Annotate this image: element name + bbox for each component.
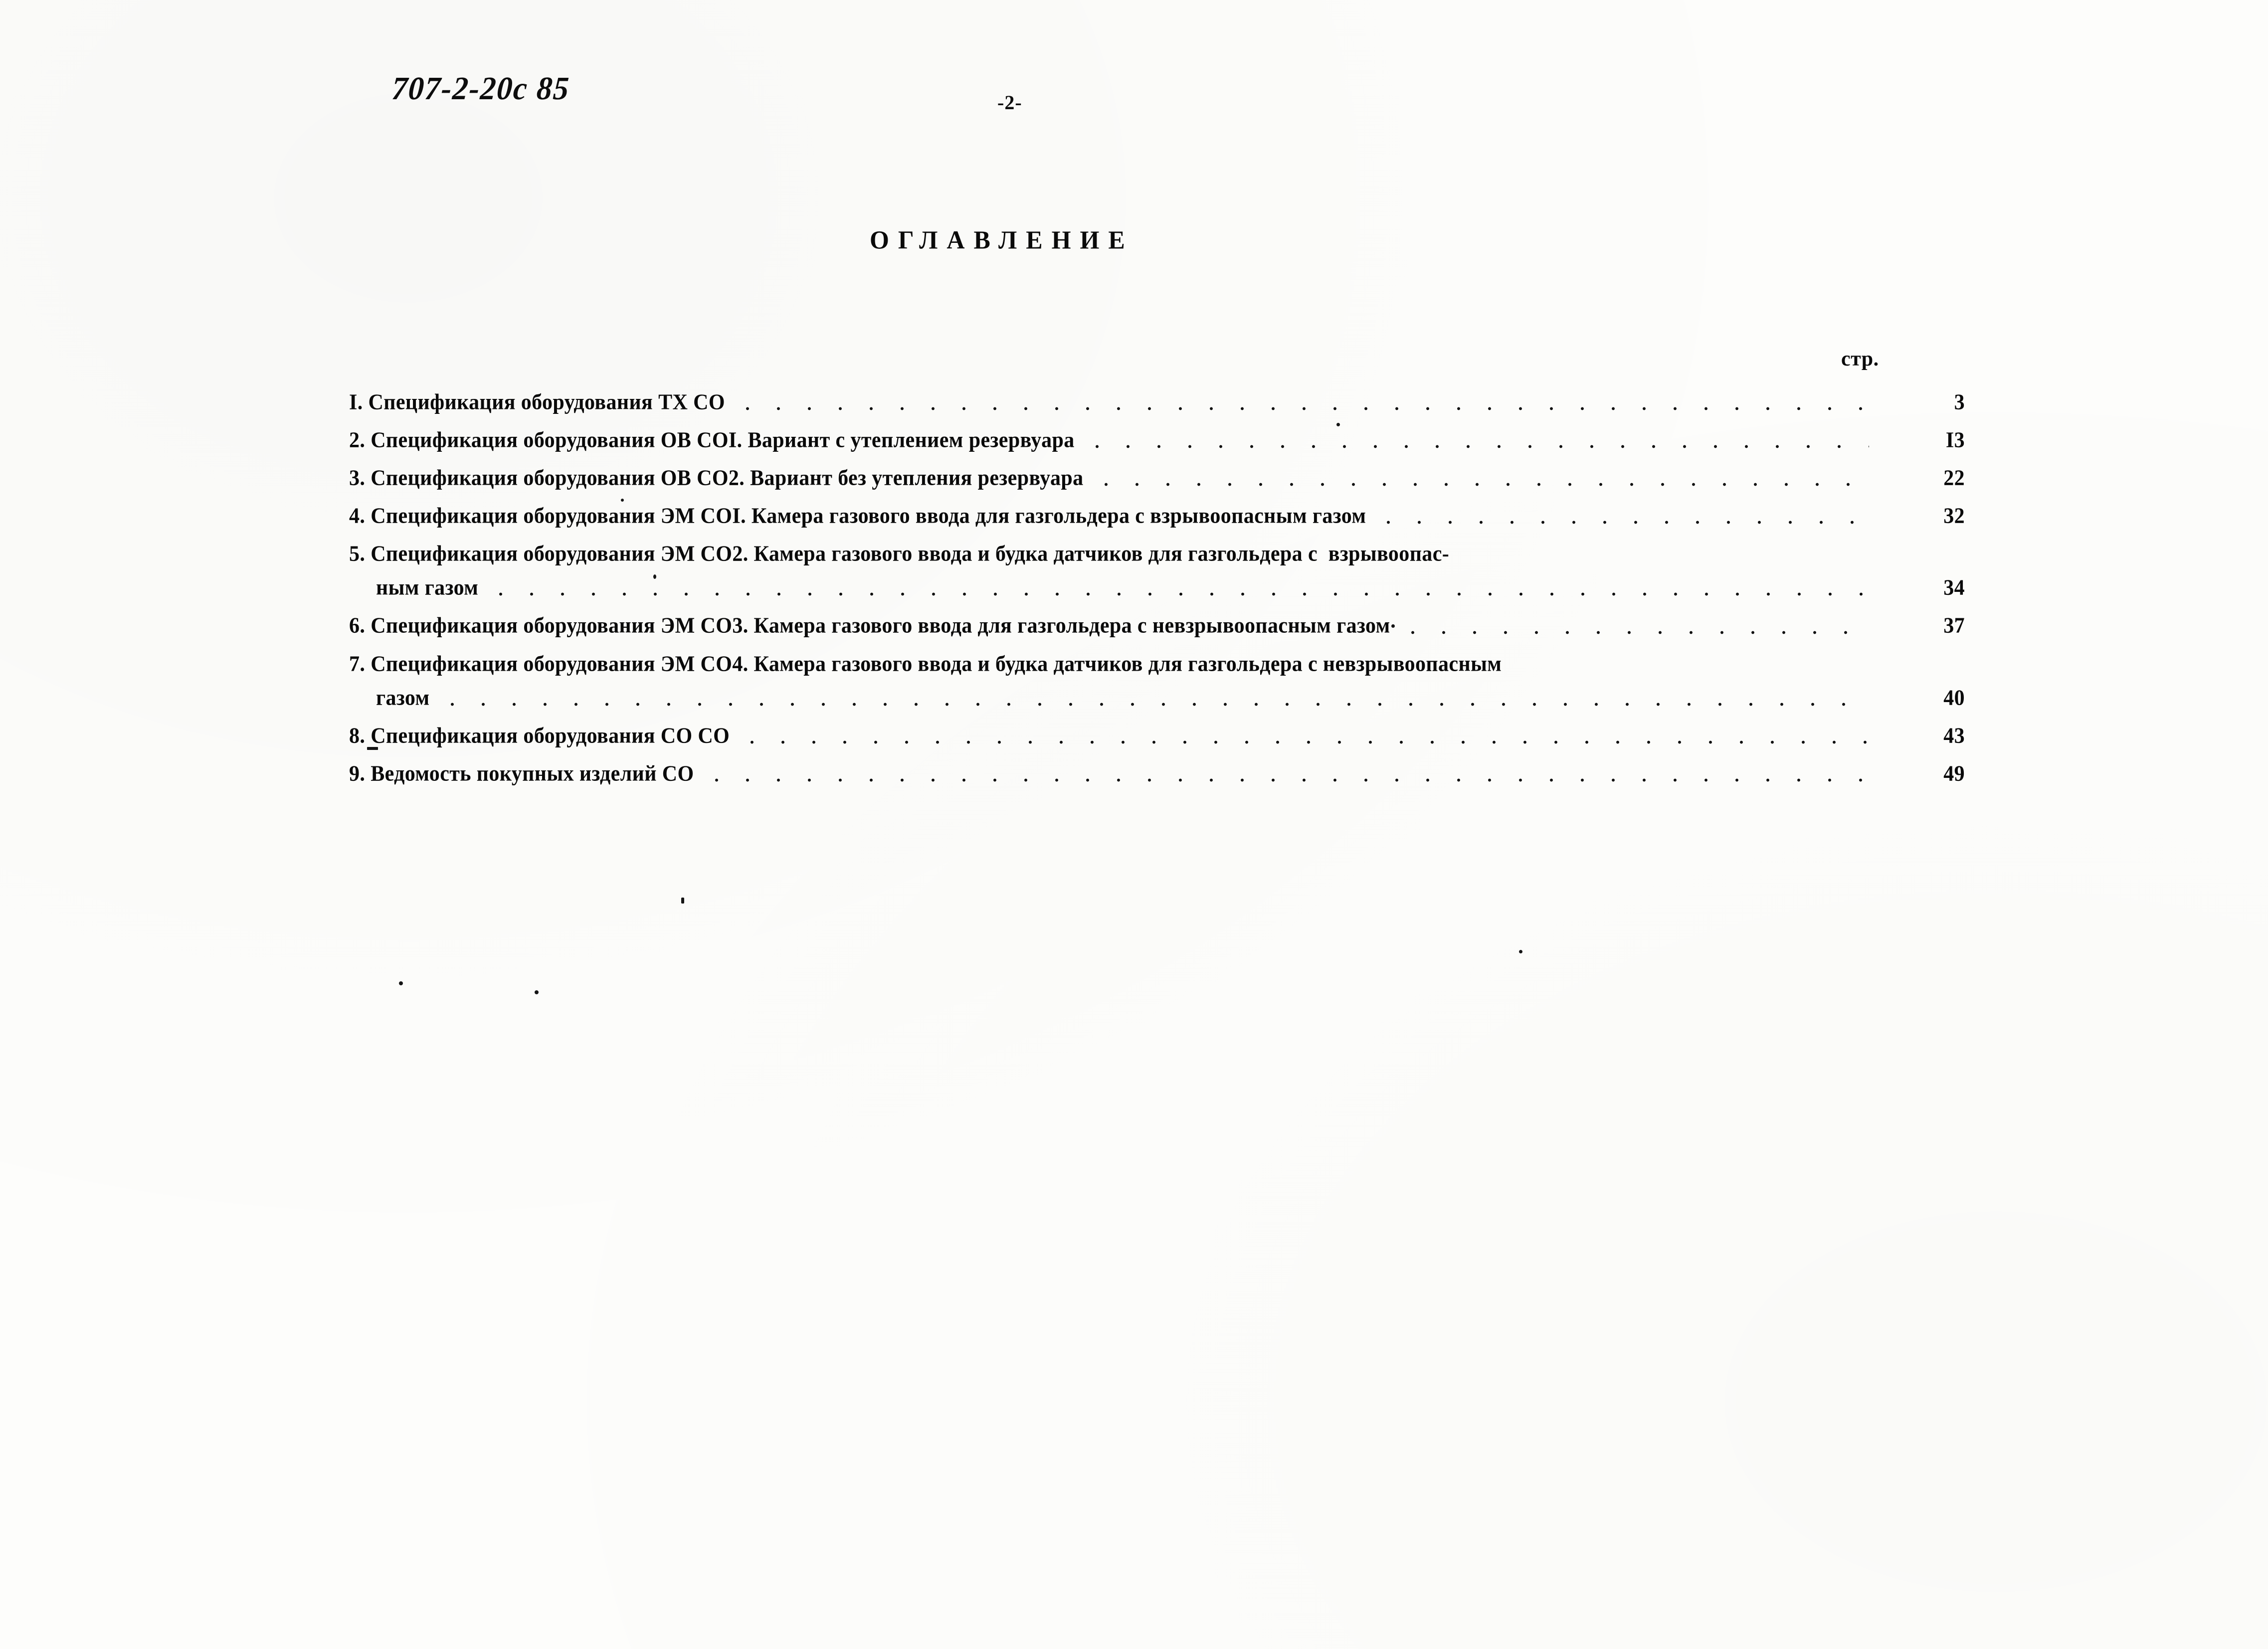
scan-speck [399, 981, 403, 985]
toc-entry[interactable]: 6. Спецификация оборудования ЭМ СО3. Кам… [349, 613, 1965, 639]
toc-entry-label: 5. Спецификация оборудования ЭМ СО2. Кам… [349, 542, 1450, 566]
dot-leader [732, 394, 1869, 416]
toc-entry-label: 4. Спецификация оборудования ЭМ СОI. Кам… [349, 504, 1366, 529]
dot-leader [485, 579, 1869, 601]
toc-entry[interactable]: 8. Спецификация оборудования СО СО 43 [349, 724, 1965, 749]
pages-column-caption: стр. [1841, 348, 1879, 370]
scan-speck [535, 990, 539, 994]
toc-entry-label-continuation: газом [376, 686, 430, 710]
toc-entry-page-spacer: 0 [1876, 541, 1965, 568]
toc-entry-page: 49 [1943, 761, 1965, 786]
dot-leader [1456, 546, 1869, 567]
toc-entry[interactable]: 4. Спецификация оборудования ЭМ СОI. Кам… [349, 504, 1965, 530]
toc-entry[interactable]: I. Спецификация оборудования ТХ СО 3 [349, 390, 1965, 416]
document-code-stamp: 707-2-20с 85 [390, 70, 571, 107]
scan-speck [681, 898, 684, 904]
dot-leader [1090, 470, 1870, 492]
dot-leader [436, 690, 1869, 712]
toc-entry-page-spacer: 0 [1876, 650, 1965, 678]
dot-leader [1373, 508, 1869, 530]
toc-entry[interactable]: 3. Спецификация оборудования ОВ СО2. Вар… [349, 466, 1965, 492]
toc-entry[interactable]: 7. Спецификация оборудования ЭМ СО4. Кам… [349, 652, 1965, 712]
table-of-contents: I. Спецификация оборудования ТХ СО 3 2. … [349, 390, 1965, 799]
toc-entry-label: 7. Спецификация оборудования ЭМ СО4. Кам… [349, 652, 1502, 676]
toc-entry-label: I. Спецификация оборудования ТХ СО [349, 390, 725, 414]
toc-entry[interactable]: 5. Спецификация оборудования ЭМ СО2. Кам… [349, 542, 1965, 601]
dot-leader [1509, 656, 1869, 678]
scan-speck [1519, 950, 1522, 953]
dot-leader [737, 728, 1869, 749]
dot-leader [1081, 432, 1869, 454]
dot-leader [701, 765, 1869, 787]
dot-leader [1397, 618, 1869, 640]
toc-entry[interactable]: 9. Ведомость покупных изделий СО 49 [349, 761, 1965, 787]
toc-entry-page: I3 [1945, 428, 1965, 452]
toc-entry-page: 3 [1954, 390, 1965, 414]
toc-entry-page: 32 [1943, 504, 1965, 529]
toc-entry-label: 3. Спецификация оборудования ОВ СО2. Вар… [349, 466, 1084, 491]
toc-entry-label: 9. Ведомость покупных изделий СО [349, 761, 694, 786]
page-title: ОГЛАВЛЕНИЕ [870, 225, 1134, 255]
toc-entry-page: 34 [1943, 575, 1965, 600]
toc-entry-page: 43 [1943, 724, 1965, 748]
toc-entry-page: 40 [1943, 686, 1965, 710]
document-page: 707-2-20с 85 -2- ОГЛАВЛЕНИЕ стр. I. Спец… [0, 0, 2268, 1649]
toc-entry-page: 22 [1943, 466, 1965, 491]
toc-entry-label: 6. Спецификация оборудования ЭМ СО3. Кам… [349, 614, 1390, 638]
toc-entry-label: 8. Спецификация оборудования СО СО [349, 724, 730, 748]
paper-texture-overlay [0, 0, 2268, 1649]
page-number-marker: -2- [997, 91, 1022, 114]
toc-entry[interactable]: 2. Спецификация оборудования ОВ СОI. Вар… [349, 428, 1965, 454]
toc-entry-label: 2. Спецификация оборудования ОВ СОI. Вар… [349, 428, 1075, 452]
toc-entry-page: 37 [1943, 614, 1965, 638]
toc-entry-label-continuation: ным газом [376, 575, 479, 600]
